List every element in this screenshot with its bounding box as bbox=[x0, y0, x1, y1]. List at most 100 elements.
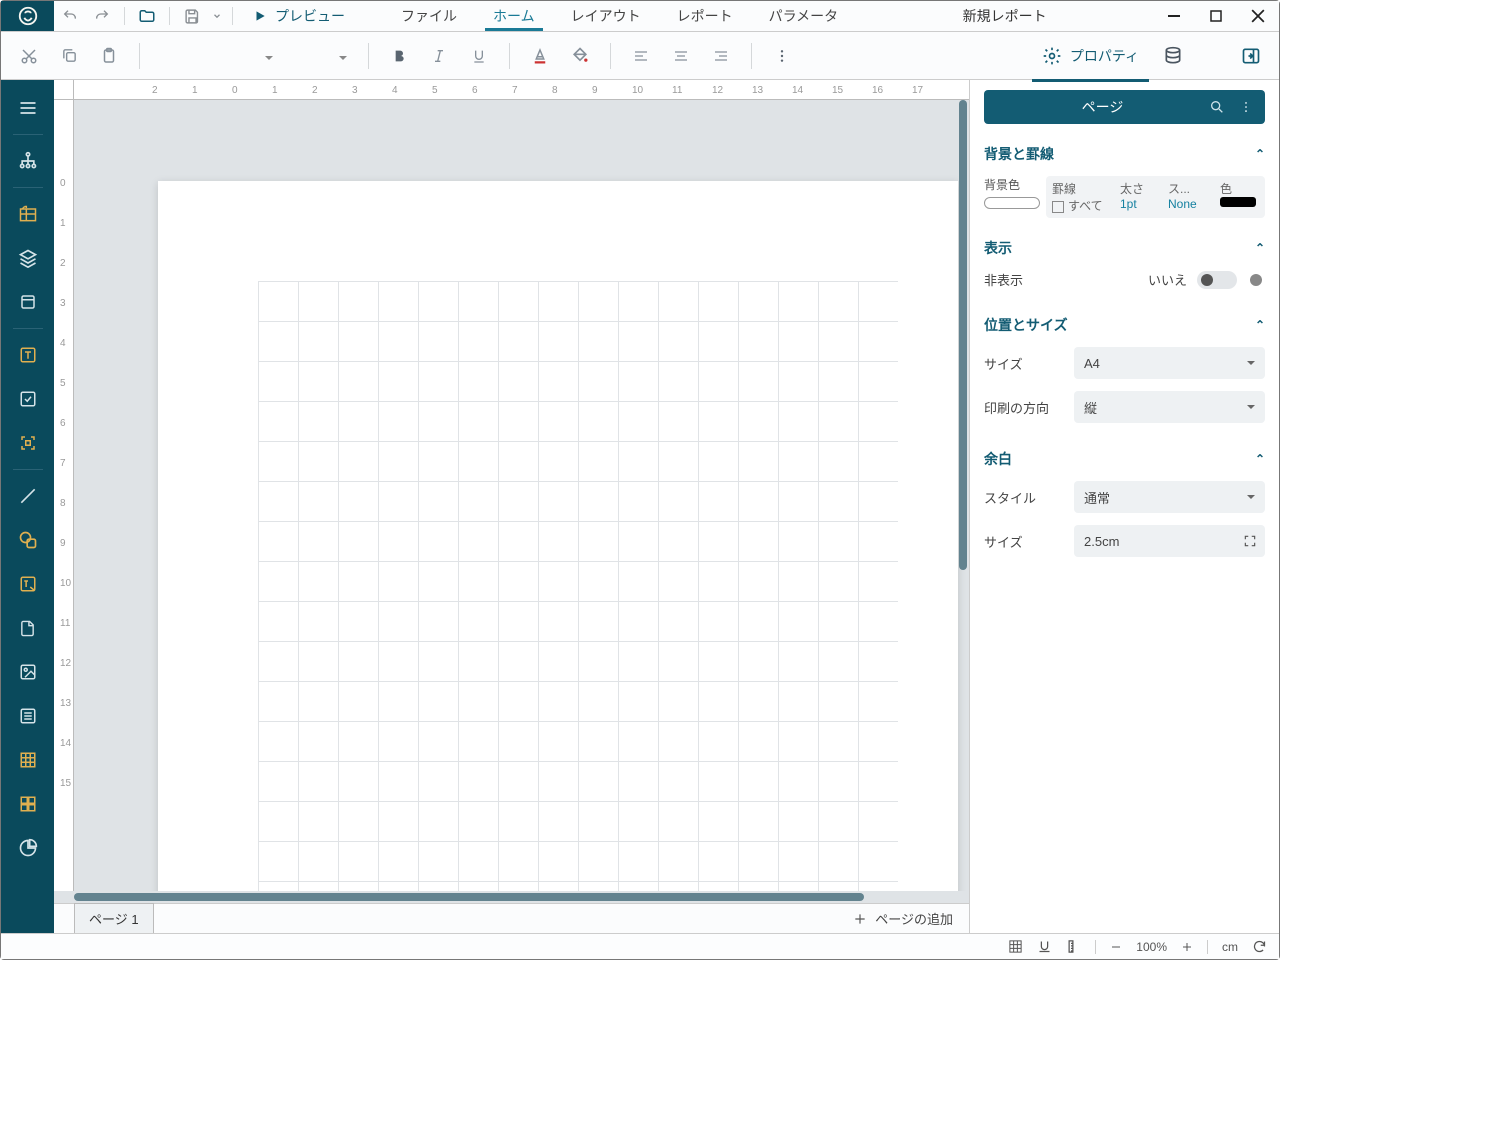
border-all-checkbox[interactable] bbox=[1052, 201, 1064, 213]
page-canvas[interactable] bbox=[158, 181, 958, 891]
hide-override[interactable] bbox=[1247, 271, 1265, 289]
font-size-combo[interactable] bbox=[286, 42, 356, 70]
margin-size-input[interactable]: 2.5cm bbox=[1074, 525, 1265, 557]
text-tool-icon[interactable] bbox=[8, 333, 48, 377]
zoom-in-button[interactable] bbox=[1181, 941, 1193, 953]
vertical-ruler[interactable]: 0123456789101112131415 bbox=[54, 100, 74, 891]
menu-layout[interactable]: レイアウト bbox=[553, 1, 659, 31]
more-button[interactable] bbox=[764, 38, 800, 74]
shape-tool-icon[interactable] bbox=[8, 518, 48, 562]
page-tool-icon[interactable] bbox=[8, 606, 48, 650]
separator bbox=[368, 43, 369, 69]
minimize-button[interactable] bbox=[1153, 1, 1195, 31]
underline-button[interactable] bbox=[461, 38, 497, 74]
collapse-panel-button[interactable] bbox=[1233, 38, 1269, 74]
undo-button[interactable] bbox=[54, 1, 86, 31]
table-tool-icon[interactable] bbox=[8, 192, 48, 236]
border-color-swatch[interactable] bbox=[1220, 197, 1256, 207]
menu-file[interactable]: ファイル bbox=[383, 1, 475, 31]
align-right-button[interactable] bbox=[703, 38, 739, 74]
hide-toggle[interactable] bbox=[1197, 271, 1237, 289]
section-title[interactable]: 位置とサイズ⌃ bbox=[984, 309, 1265, 341]
preview-button[interactable]: プレビュー bbox=[239, 1, 359, 31]
redo-button[interactable] bbox=[86, 1, 118, 31]
chevron-up-icon: ⌃ bbox=[1255, 318, 1265, 332]
layers-icon[interactable] bbox=[8, 236, 48, 280]
align-left-button[interactable] bbox=[623, 38, 659, 74]
container-icon[interactable] bbox=[8, 280, 48, 324]
zoom-out-button[interactable] bbox=[1110, 941, 1122, 953]
page-scroll[interactable] bbox=[74, 100, 969, 891]
more-icon[interactable] bbox=[1239, 100, 1253, 114]
background-swatch[interactable] bbox=[984, 197, 1040, 209]
maximize-button[interactable] bbox=[1195, 1, 1237, 31]
open-button[interactable] bbox=[131, 1, 163, 31]
app-logo[interactable] bbox=[1, 1, 54, 31]
image-tool-icon[interactable] bbox=[8, 650, 48, 694]
add-page-button[interactable]: ページの追加 bbox=[837, 909, 969, 928]
structure-icon[interactable] bbox=[8, 139, 48, 183]
font-family-combo[interactable] bbox=[152, 42, 282, 70]
crosstab-tool-icon[interactable] bbox=[8, 782, 48, 826]
chart-tool-icon[interactable] bbox=[8, 826, 48, 870]
selection-tool-icon[interactable] bbox=[8, 421, 48, 465]
horizontal-scrollbar[interactable] bbox=[54, 891, 969, 903]
border-style-value[interactable]: None bbox=[1168, 197, 1197, 211]
fill-color-button[interactable] bbox=[562, 38, 598, 74]
vertical-scrollbar[interactable] bbox=[957, 100, 969, 891]
list-tool-icon[interactable] bbox=[8, 694, 48, 738]
right-panel: ページ 背景と罫線⌃ 背景色 bbox=[969, 80, 1279, 933]
close-button[interactable] bbox=[1237, 1, 1279, 31]
expand-icon[interactable] bbox=[1243, 534, 1257, 548]
ruler-toggle-icon[interactable] bbox=[1066, 939, 1081, 954]
save-button[interactable] bbox=[176, 1, 208, 31]
richtext-tool-icon[interactable] bbox=[8, 562, 48, 606]
section-display: 表示⌃ 非表示 いいえ bbox=[970, 228, 1279, 305]
save-dropdown[interactable] bbox=[208, 1, 226, 31]
grid-toggle-icon[interactable] bbox=[1008, 939, 1023, 954]
line-tool-icon[interactable] bbox=[8, 474, 48, 518]
menu-report[interactable]: レポート bbox=[659, 1, 751, 31]
paste-button[interactable] bbox=[91, 38, 127, 74]
align-center-button[interactable] bbox=[663, 38, 699, 74]
hide-row: 非表示 いいえ bbox=[984, 264, 1265, 295]
copy-button[interactable] bbox=[51, 38, 87, 74]
checkbox-tool-icon[interactable] bbox=[8, 377, 48, 421]
menu-parameter[interactable]: パラメータ bbox=[751, 1, 857, 31]
border-thickness-value[interactable]: 1pt bbox=[1120, 197, 1137, 211]
grid-tool-icon[interactable] bbox=[8, 738, 48, 782]
data-tab[interactable] bbox=[1155, 38, 1191, 74]
separator bbox=[124, 7, 125, 25]
snap-toggle-icon[interactable] bbox=[1037, 939, 1052, 954]
search-icon[interactable] bbox=[1209, 99, 1225, 115]
page-chip[interactable]: ページ bbox=[984, 90, 1265, 124]
italic-button[interactable] bbox=[421, 38, 457, 74]
document-title: 新規レポート bbox=[856, 6, 1153, 26]
section-title[interactable]: 余白⌃ bbox=[984, 443, 1265, 475]
page-size-select[interactable]: A4 bbox=[1074, 347, 1265, 379]
page-grid bbox=[258, 281, 898, 891]
properties-tab[interactable]: プロパティ bbox=[1032, 40, 1149, 72]
bold-button[interactable] bbox=[381, 38, 417, 74]
scrollbar-thumb[interactable] bbox=[959, 100, 967, 570]
scrollbar-thumb[interactable] bbox=[74, 893, 864, 901]
horizontal-ruler[interactable]: 2101234567891011121314151617 bbox=[74, 80, 969, 100]
unit-label[interactable]: cm bbox=[1222, 940, 1238, 954]
margin-style-select[interactable]: 通常 bbox=[1074, 481, 1265, 513]
titlebar: プレビュー ファイル ホーム レイアウト レポート パラメータ 新規レポート bbox=[1, 1, 1279, 32]
background-color-field[interactable]: 背景色 bbox=[984, 176, 1040, 218]
section-title[interactable]: 背景と罫線⌃ bbox=[984, 138, 1265, 170]
section-title[interactable]: 表示⌃ bbox=[984, 232, 1265, 264]
hamburger-button[interactable] bbox=[8, 86, 48, 130]
orientation-select[interactable]: 縦 bbox=[1074, 391, 1265, 423]
cut-button[interactable] bbox=[11, 38, 47, 74]
refresh-icon[interactable] bbox=[1252, 939, 1267, 954]
menu-home[interactable]: ホーム bbox=[475, 1, 553, 31]
page-tab-1[interactable]: ページ 1 bbox=[74, 903, 154, 933]
canvas-body: 0123456789101112131415 bbox=[54, 100, 969, 891]
properties-tab-label: プロパティ bbox=[1070, 46, 1139, 66]
separator bbox=[169, 7, 170, 25]
ruler-corner bbox=[54, 80, 74, 100]
text-color-button[interactable] bbox=[522, 38, 558, 74]
separator bbox=[139, 43, 140, 69]
